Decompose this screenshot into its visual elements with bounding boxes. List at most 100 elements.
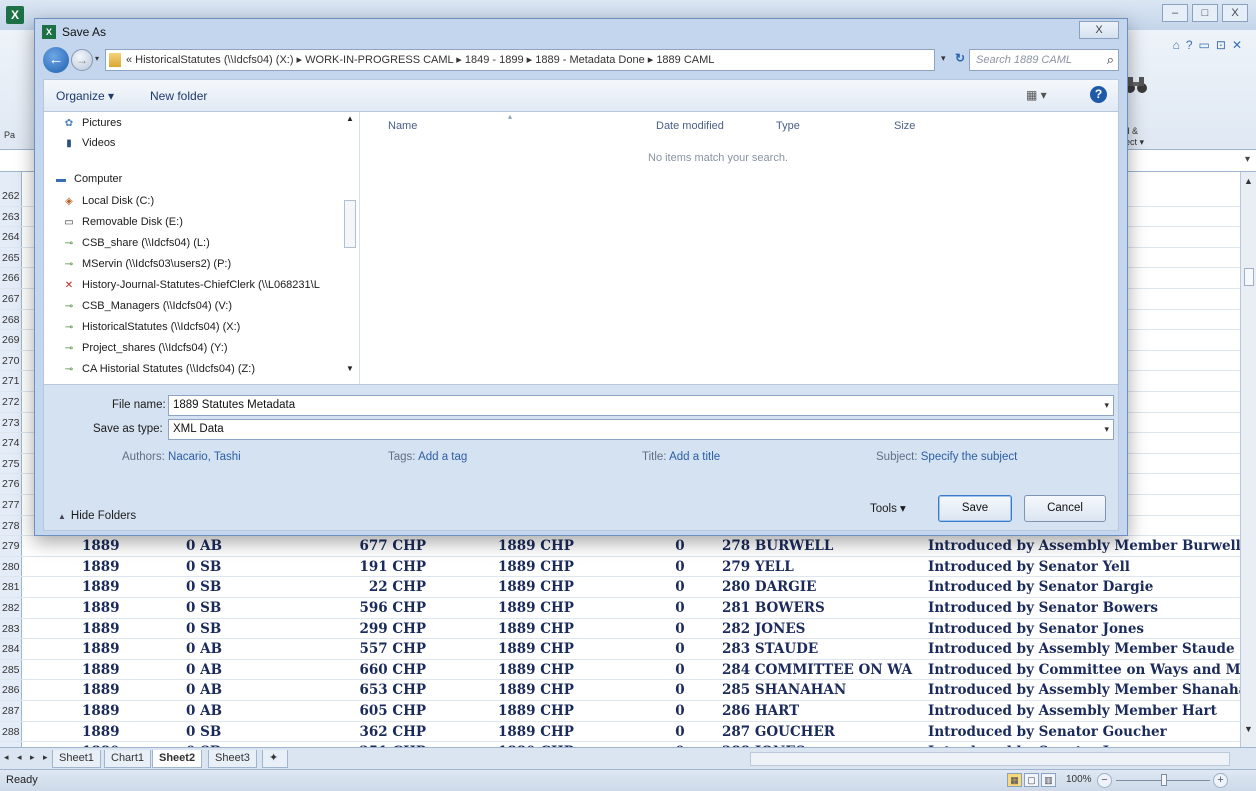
row-number[interactable]: 280 (0, 556, 22, 577)
cell[interactable]: Introduced by Senator Jones (928, 619, 1240, 639)
row-number[interactable]: 288 (0, 721, 22, 742)
file-list[interactable]: Name ▴ Date modified Type Size No items … (360, 112, 1118, 384)
table-row[interactable]: 286 1889 0 AB 653 CHP 1889 CHP 0 285 SHANAHAN I… (0, 680, 1240, 701)
row-number[interactable]: 267 (0, 289, 22, 309)
nav-item[interactable]: ▮ Videos (62, 134, 115, 152)
cell[interactable]: 1889 (82, 639, 142, 659)
cell[interactable]: 1889 CHP (498, 619, 608, 639)
cell[interactable]: 285 SHANAHAN (722, 680, 926, 700)
tab-sheet1[interactable]: Sheet1 (52, 750, 101, 768)
cell[interactable]: Introduced by Assembly Member Shanahar (928, 680, 1240, 700)
cell[interactable]: 1889 CHP (498, 660, 608, 680)
cell[interactable]: 0 AB (186, 701, 276, 721)
maximize-button[interactable]: □ (1192, 4, 1218, 22)
cell[interactable]: 1889 (82, 701, 142, 721)
help-icon[interactable]: ? (1186, 38, 1193, 52)
dialog-titlebar[interactable]: X Save As X (35, 19, 1127, 45)
help-icon[interactable]: ? (1090, 86, 1107, 103)
tags-link[interactable]: Add a tag (418, 451, 467, 463)
zoom-slider-thumb[interactable] (1161, 774, 1167, 786)
normal-view-icon[interactable]: ▦ (1007, 773, 1022, 787)
cell[interactable]: 0 (660, 680, 700, 700)
cell[interactable]: Introduced by Assembly Member Hart (928, 701, 1240, 721)
cell[interactable]: 677 CHP (300, 536, 426, 556)
organize-menu[interactable]: Organize ▾ (56, 89, 114, 103)
cell[interactable]: 0 (660, 577, 700, 597)
cell[interactable]: 0 (660, 701, 700, 721)
cell[interactable]: 605 CHP (300, 701, 426, 721)
row-number[interactable]: 277 (0, 495, 22, 515)
row-number[interactable]: 283 (0, 618, 22, 639)
cell[interactable]: Introduced by Senator Dargie (928, 577, 1240, 597)
cell[interactable]: 0 (660, 660, 700, 680)
dialog-close-button[interactable]: X (1079, 21, 1119, 39)
title-link[interactable]: Add a title (669, 451, 720, 463)
cell[interactable]: 1889 (82, 557, 142, 577)
cell[interactable]: 1889 CHP (498, 536, 608, 556)
hide-folders-button[interactable]: ▲ Hide Folders (58, 510, 136, 522)
scroll-up-icon[interactable]: ▲ (1244, 176, 1253, 186)
worksheet-vertical-scrollbar[interactable]: ▲ ▼ (1240, 172, 1256, 747)
cell[interactable]: 0 (660, 619, 700, 639)
insert-sheet-icon[interactable]: ✦ (262, 750, 288, 768)
cell[interactable]: 0 (660, 639, 700, 659)
sheet-nav-arrows[interactable]: ◂ ◂ ▸ ▸ (4, 752, 51, 763)
row-number[interactable]: 286 (0, 680, 22, 700)
cell[interactable]: 0 AB (186, 680, 276, 700)
search-icon[interactable]: ⌕ (1107, 52, 1114, 68)
file-name-field[interactable]: 1889 Statutes Metadata ▾ (168, 395, 1114, 416)
nav-pane-scrollbar[interactable]: ▲ ▼ (342, 114, 358, 382)
row-number[interactable]: 271 (0, 371, 22, 391)
nav-item[interactable]: ▬ Computer (54, 170, 122, 188)
paste-label[interactable]: Pa (4, 130, 15, 140)
row-number[interactable]: 275 (0, 453, 22, 474)
row-number[interactable]: 268 (0, 309, 22, 330)
cell[interactable]: Introduced by Committee on Ways and Me (928, 660, 1240, 680)
refresh-icon[interactable]: ↻ (955, 51, 965, 65)
column-header-size[interactable]: Size (894, 120, 915, 132)
cell[interactable]: 1889 CHP (498, 639, 608, 659)
row-number[interactable]: 269 (0, 330, 22, 350)
table-row[interactable]: 283 1889 0 SB 299 CHP 1889 CHP 0 282 JONES Intr… (0, 618, 1240, 640)
recent-locations-icon[interactable]: ▾ (95, 54, 99, 63)
tab-sheet3[interactable]: Sheet3 (208, 750, 257, 768)
cell[interactable]: 1889 CHP (498, 722, 608, 742)
scroll-up-icon[interactable]: ▲ (346, 114, 354, 123)
nav-item[interactable]: ✿ Pictures (62, 114, 122, 132)
row-number[interactable]: 276 (0, 474, 22, 494)
scroll-thumb[interactable] (344, 200, 356, 248)
scroll-thumb[interactable] (1244, 268, 1254, 286)
cell[interactable]: 279 YELL (722, 557, 926, 577)
save-type-select[interactable]: XML Data ▾ (168, 419, 1114, 440)
cell[interactable]: 281 BOWERS (722, 598, 926, 618)
formula-expand-icon[interactable]: ▾ (1245, 154, 1250, 165)
address-dropdown-icon[interactable]: ▾ (941, 53, 946, 64)
search-input[interactable]: Search 1889 CAML ⌕ (969, 49, 1119, 71)
cell[interactable]: 0 AB (186, 639, 276, 659)
cell[interactable]: 0 SB (186, 619, 276, 639)
cell[interactable]: 1889 (82, 680, 142, 700)
cell[interactable]: 1889 (82, 619, 142, 639)
cell[interactable]: 1889 (82, 536, 142, 556)
authors-link[interactable]: Nacario, Tashi (168, 451, 241, 463)
cell[interactable]: Introduced by Assembly Member Staude (928, 639, 1240, 659)
scroll-down-icon[interactable]: ▼ (1244, 724, 1253, 734)
forward-arrow-icon[interactable]: → (71, 49, 93, 71)
cell[interactable]: 0 (660, 598, 700, 618)
cell[interactable]: Introduced by Senator Bowers (928, 598, 1240, 618)
cell[interactable]: 0 SB (186, 557, 276, 577)
cell[interactable]: 1889 CHP (498, 557, 608, 577)
close-window-button[interactable]: X (1222, 4, 1248, 22)
cell[interactable]: 0 SB (186, 577, 276, 597)
chevron-down-icon[interactable]: ▾ (1104, 424, 1109, 435)
minimize-button[interactable]: – (1162, 4, 1188, 22)
zoom-level[interactable]: 100% (1066, 774, 1092, 785)
row-number[interactable]: 285 (0, 659, 22, 680)
cell[interactable]: 0 SB (186, 598, 276, 618)
row-number[interactable]: 273 (0, 412, 22, 433)
cell[interactable]: 1889 CHP (498, 598, 608, 618)
row-number[interactable]: 264 (0, 227, 22, 247)
column-header-type[interactable]: Type (776, 120, 800, 132)
nav-item[interactable]: ⊸ CSB_Managers (\\Idcfs04) (V:) (62, 297, 232, 315)
chevron-down-icon[interactable]: ▾ (1104, 400, 1109, 411)
